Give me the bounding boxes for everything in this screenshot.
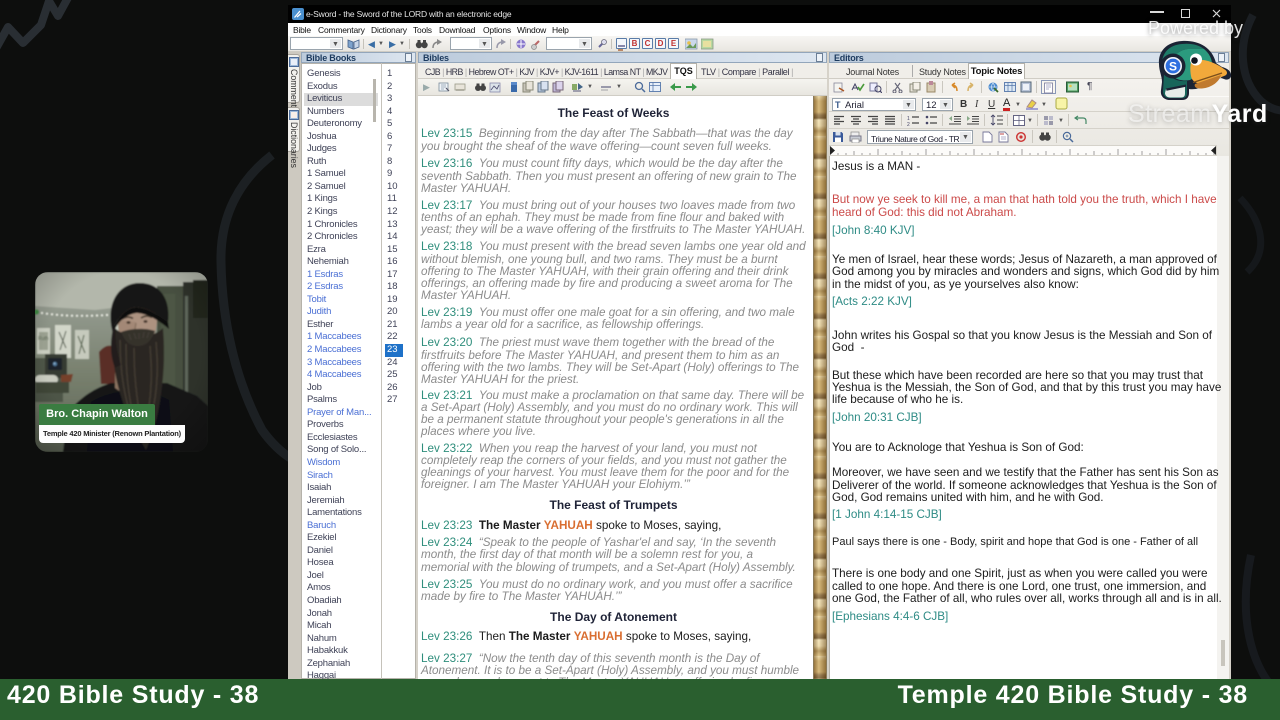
svg-text:2: 2 [907,122,910,126]
svg-text:S: S [1169,60,1177,74]
